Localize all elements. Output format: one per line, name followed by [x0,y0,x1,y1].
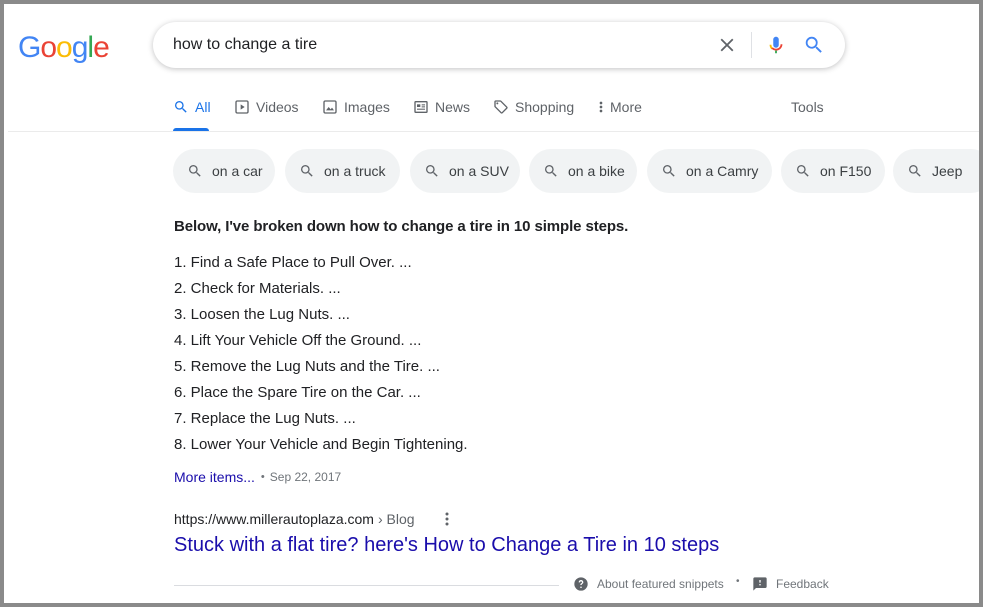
search-icon [909,165,921,177]
separator: • [260,471,265,483]
footer-divider [174,585,559,586]
chip-on-a-car[interactable]: on a car [173,149,275,193]
chip-jeep[interactable]: Jeep [893,149,979,193]
tab-more[interactable]: More [596,97,642,117]
chip-label: on a truck [324,163,386,179]
tab-label: Images [344,99,390,115]
snippet-steps-list: 1. Find a Safe Place to Pull Over. ... 2… [174,250,468,458]
chip-on-a-suv[interactable]: on a SUV [410,149,520,193]
more-items-link[interactable]: More items... [174,469,255,485]
tab-label: Shopping [515,99,575,115]
logo-letter: o [40,31,57,64]
mic-icon[interactable] [765,33,787,57]
chip-on-a-bike[interactable]: on a bike [529,149,637,193]
about-label: About featured snippets [597,577,724,591]
tools-button[interactable]: Tools [791,97,824,117]
chip-on-f150[interactable]: on F150 [781,149,885,193]
chip-on-a-truck[interactable]: on a truck [285,149,400,193]
feedback-label: Feedback [776,577,829,591]
chip-label: on a Camry [686,163,759,179]
tab-label: News [435,99,471,115]
chip-label: on a SUV [449,163,509,179]
google-logo[interactable]: Google [18,31,110,65]
about-featured-snippets[interactable]: About featured snippets [573,576,724,592]
list-item: 2. Check for Materials. ... [174,280,341,297]
result-breadcrumb: › Blog [377,511,415,527]
search-icon [663,165,675,177]
help-icon [574,577,588,591]
tab-videos[interactable]: Videos [234,97,299,117]
chip-on-a-camry[interactable]: on a Camry [647,149,772,193]
image-icon [323,100,337,114]
list-item: 1. Find a Safe Place to Pull Over. ... [174,254,412,271]
search-results-page: Google how to change a tire All Videos I… [0,0,983,607]
tag-icon [494,100,508,114]
snippet-date: Sep 22, 2017 [269,470,342,484]
separator: • [736,576,740,587]
more-items-row: More items... • Sep 22, 2017 [174,469,341,485]
tools-label: Tools [791,99,824,115]
result-citation: https://www.millerautoplaza.com › Blog [174,511,455,527]
search-icon [175,101,187,113]
tab-all[interactable]: All [173,97,211,117]
logo-letter: G [18,31,41,64]
result-title-link[interactable]: Stuck with a flat tire? here's How to Ch… [174,534,719,557]
chip-label: Jeep [932,163,963,179]
tab-shopping[interactable]: Shopping [493,97,574,117]
header-divider [8,131,979,132]
divider [751,32,752,58]
search-icon [189,165,201,177]
list-item: 7. Replace the Lug Nuts. ... [174,410,356,427]
search-icon [301,165,313,177]
tab-label: All [195,99,211,115]
more-vert-icon [599,101,603,113]
search-icon [545,165,557,177]
search-icon[interactable] [803,34,825,56]
list-item: 5. Remove the Lug Nuts and the Tire. ... [174,358,440,375]
tab-images[interactable]: Images [322,97,390,117]
feedback-icon [753,577,767,591]
tab-news[interactable]: News [413,97,470,117]
search-input[interactable]: how to change a tire [173,36,317,54]
footer-separator: • [736,576,740,587]
chip-label: on a car [212,163,263,179]
chip-label: on a bike [568,163,625,179]
snippet-heading: Below, I've broken down how to change a … [174,218,629,235]
list-item: 4. Lift Your Vehicle Off the Ground. ... [174,332,422,349]
search-box[interactable]: how to change a tire [153,22,845,68]
tab-label: More [610,99,642,115]
chip-label: on F150 [820,163,872,179]
close-icon[interactable] [716,34,738,56]
feedback-button[interactable]: Feedback [752,576,829,592]
search-icon [426,165,438,177]
more-vert-icon[interactable] [439,511,455,527]
tab-label: Videos [256,99,299,115]
logo-letter: o [56,31,73,64]
list-item: 3. Loosen the Lug Nuts. ... [174,306,350,323]
result-url[interactable]: https://www.millerautoplaza.com [174,511,374,527]
logo-letter: e [93,31,110,64]
play-icon [235,100,249,114]
search-icon [797,165,809,177]
list-item: 8. Lower Your Vehicle and Begin Tighteni… [174,436,468,453]
list-item: 6. Place the Spare Tire on the Car. ... [174,384,421,401]
news-icon [414,101,428,113]
logo-letter: g [71,31,89,64]
